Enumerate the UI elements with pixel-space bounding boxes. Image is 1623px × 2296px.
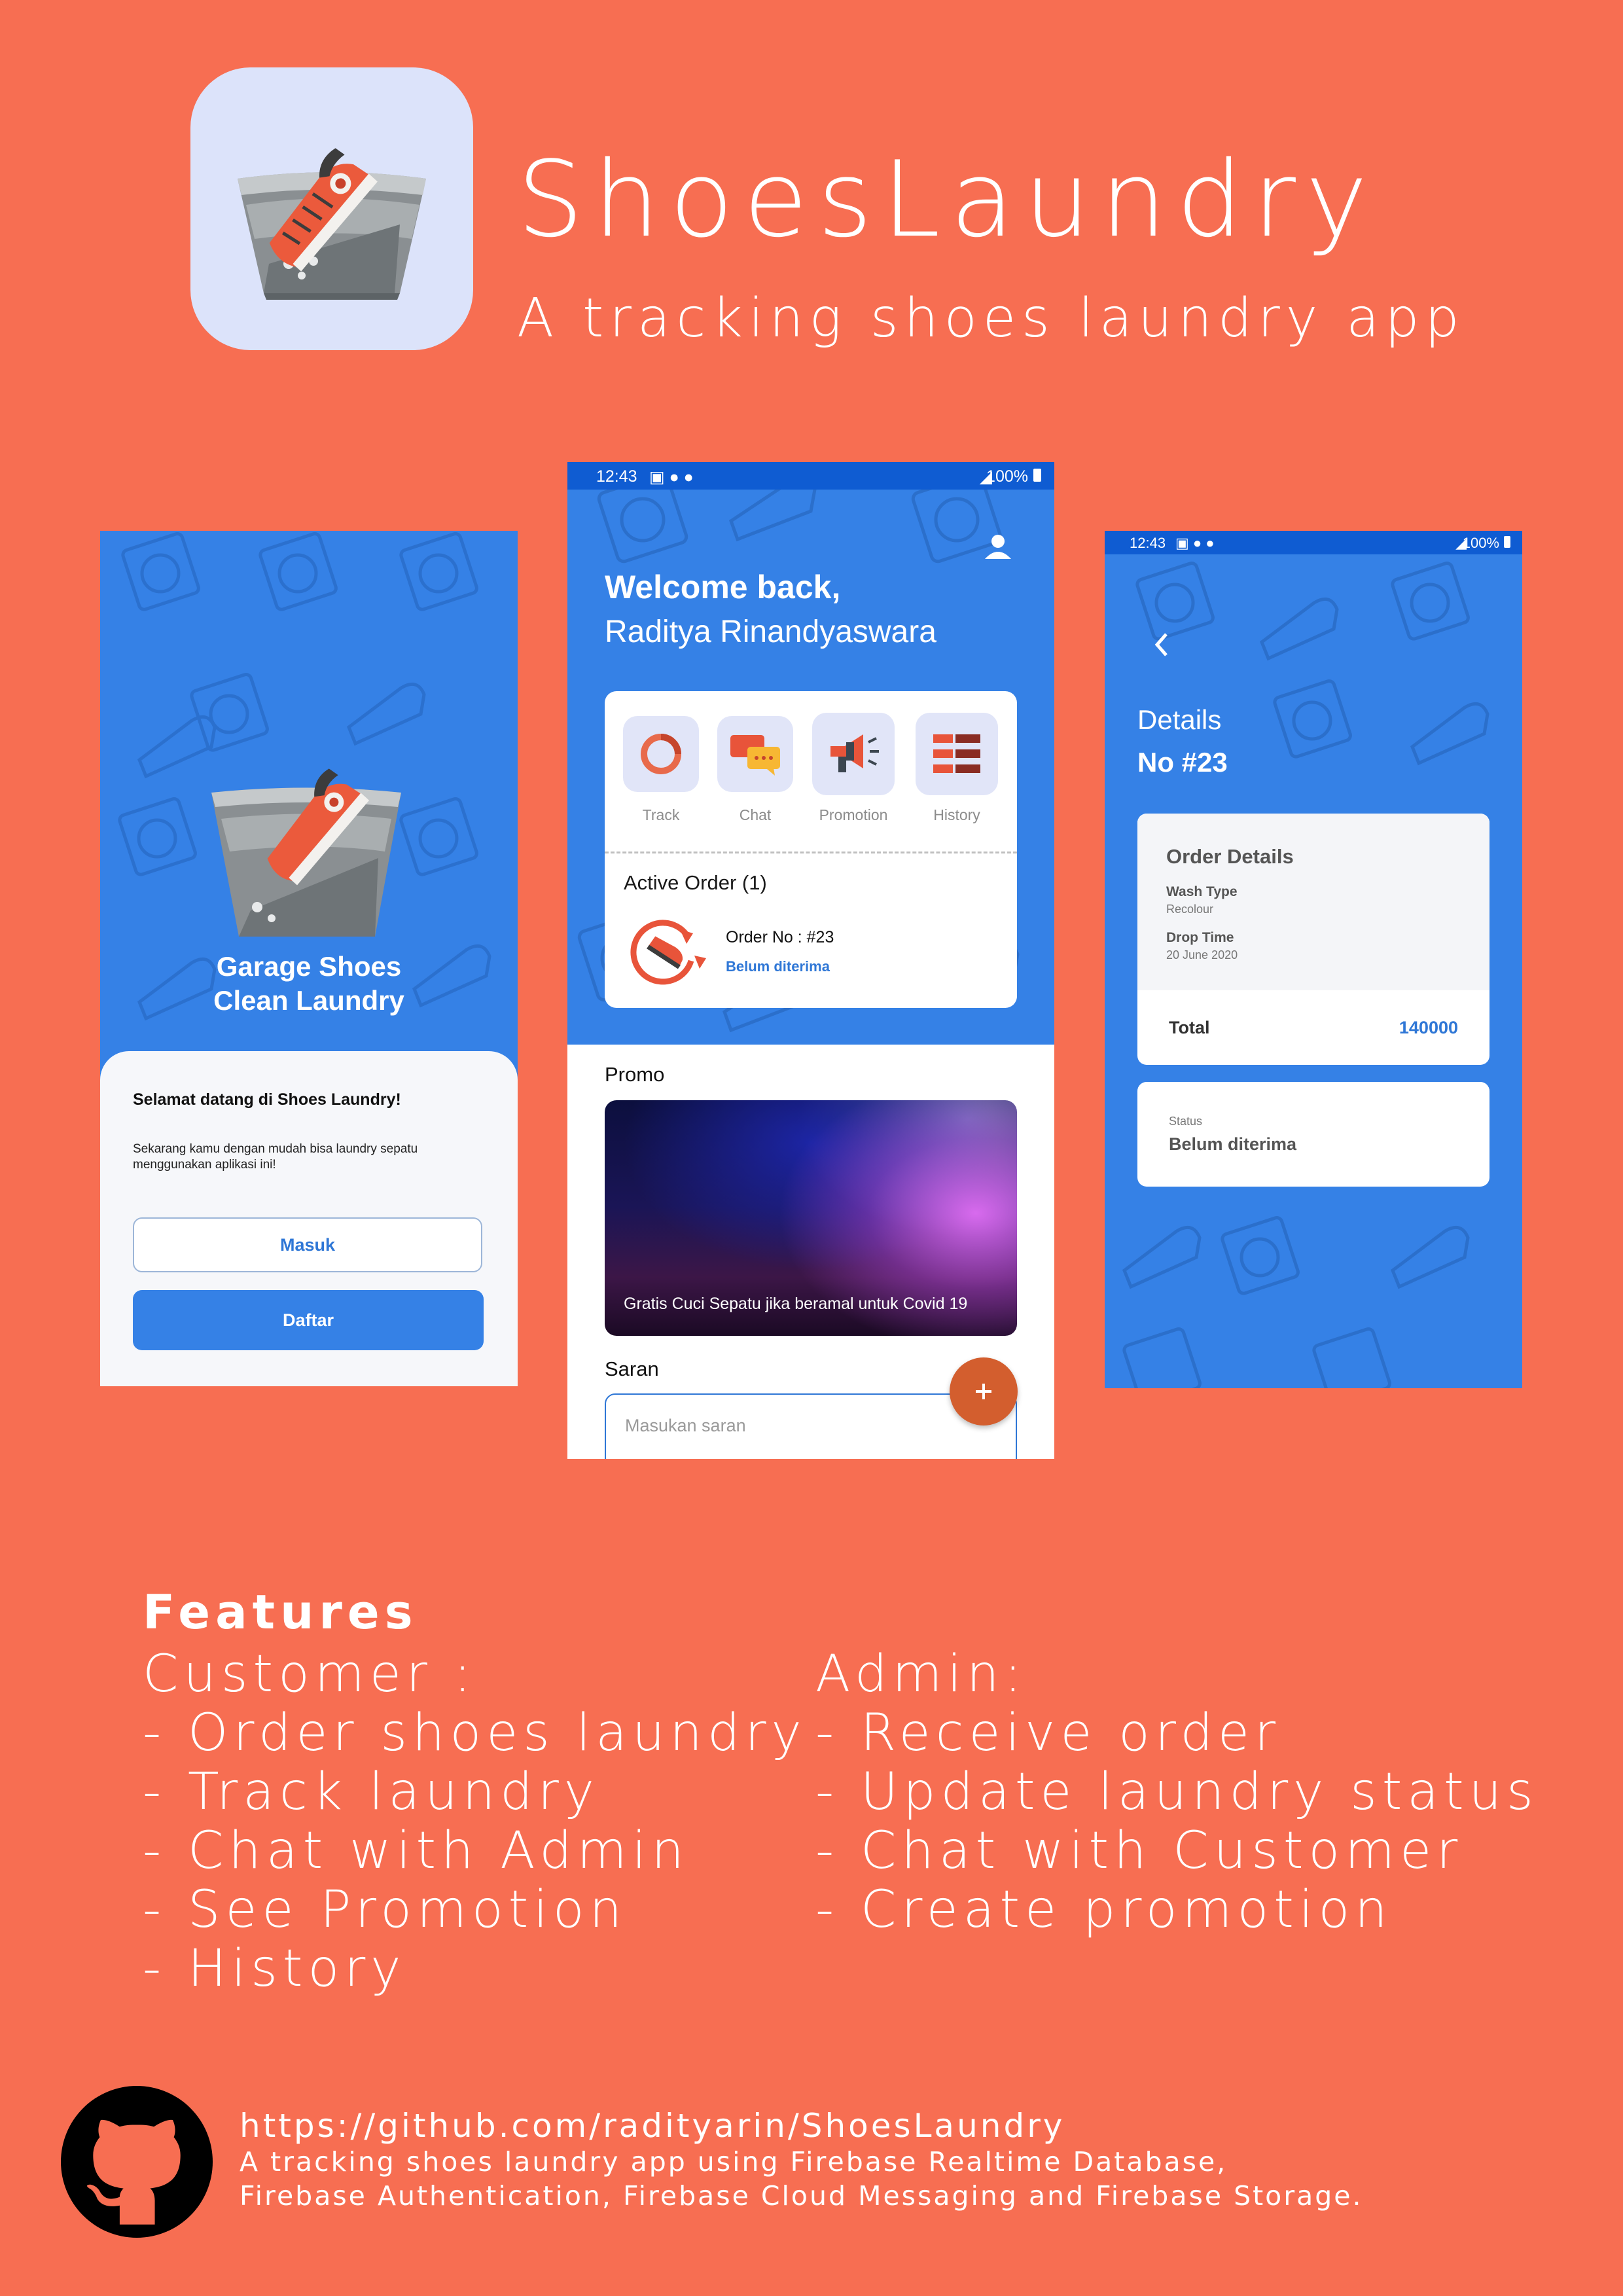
customer-feature-item: - History [143,1939,406,1998]
welcome-description: Sekarang kamu dengan mudah bisa laundry … [133,1142,418,1172]
repository-description-line-2: Firebase Authentication, Firebase Cloud … [240,2180,1363,2212]
status-label: Status [1169,1115,1203,1128]
app-title: ShoesLaundry [517,138,1378,260]
menu-chat[interactable]: Chat [709,716,801,824]
status-time: 12:43 [1130,535,1166,551]
back-arrow-icon[interactable] [1152,630,1171,659]
notification-icons: ▣ ● ● [1175,535,1215,551]
home-screen: 12:43 ▣ ● ● ◢ 100% Welcome back, Raditya… [567,462,1054,1459]
admin-features: Admin: - Receive order - Update laundry … [815,1645,1539,1939]
status-bar: 12:43 ▣ ● ● ◢ 100% [1105,531,1522,554]
battery-level: 100% [1462,535,1499,551]
app-tagline: A tracking shoes laundry app [517,287,1465,350]
admin-feature-item: - Create promotion [815,1880,1393,1939]
wash-type-label: Wash Type [1166,884,1238,899]
menu-history-tile[interactable] [916,713,998,795]
status-bar: 12:43 ▣ ● ● ◢ 100% [567,462,1054,490]
list-icon [933,734,980,773]
customer-feature-item: - Track laundry [143,1763,599,1821]
add-button[interactable] [950,1357,1018,1426]
welcome-title: Selamat datang di Shoes Laundry! [133,1090,401,1109]
brand-line-1: Garage Shoes [216,951,402,982]
menu-history[interactable]: History [911,713,1003,824]
track-ring-icon [641,734,681,774]
customer-feature-item: - See Promotion [143,1880,628,1939]
battery-icon [1504,536,1510,548]
admin-feature-item: - Update laundry status [815,1763,1539,1821]
status-time: 12:43 [596,467,637,486]
admin-feature-item: - Receive order [815,1704,1281,1763]
drop-time-label: Drop Time [1166,930,1234,945]
repository-link[interactable]: https://github.com/radityarin/ShoesLaund… [240,2109,1065,2142]
megaphone-icon [830,734,879,772]
menu-card: Track Chat Promotion History Active Orde… [605,691,1017,1008]
profile-icon[interactable] [984,533,1012,562]
promo-title: Promo [605,1063,665,1086]
app-logo [190,67,473,350]
menu-track-tile[interactable] [623,716,699,792]
promo-banner-text: Gratis Cuci Sepatu jika beramal untuk Co… [624,1295,968,1313]
customer-title: Customer : [143,1645,476,1704]
details-order-number: No #23 [1137,747,1228,778]
wash-type-value: Recolour [1166,903,1214,916]
menu-promotion[interactable]: Promotion [808,713,899,824]
order-details-card: Order Details Wash Type Recolour Drop Ti… [1137,814,1489,1065]
menu-promotion-tile[interactable] [812,713,895,795]
details-screen: 12:43 ▣ ● ● ◢ 100% Details No #23 Order … [1105,531,1522,1388]
notification-icons: ▣ ● ● [649,468,694,486]
order-details-section: Order Details Wash Type Recolour Drop Ti… [1137,814,1489,990]
promo-banner[interactable]: Gratis Cuci Sepatu jika beramal untuk Co… [605,1100,1017,1336]
admin-title: Admin: [815,1645,1027,1704]
github-icon[interactable] [61,2086,213,2238]
order-shoe-refresh-icon[interactable] [629,915,707,987]
features-title: Features [143,1585,418,1640]
login-button[interactable]: Masuk [133,1217,482,1272]
battery-icon [1033,469,1041,482]
customer-features: Customer : - Order shoes laundry - Track… [143,1645,807,1998]
customer-feature-item: - Order shoes laundry [143,1704,807,1763]
user-name: Raditya Rinandyaswara [605,615,936,649]
welcome-sheet: Selamat datang di Shoes Laundry! Sekaran… [100,1051,518,1386]
status-value: Belum diterima [1169,1134,1297,1154]
shoe-basin-logo-icon [238,148,426,300]
login-screen: Garage Shoes Clean Laundry Selamat datan… [100,531,518,1386]
total-label: Total [1169,1018,1210,1037]
chat-bubbles-icon [730,735,780,776]
menu-promotion-label: Promotion [819,806,888,823]
register-button[interactable]: Daftar [133,1290,484,1350]
menu-track[interactable]: Track [615,716,707,824]
repository-description-line-1: A tracking shoes laundry app using Fireb… [240,2146,1228,2178]
status-card: Status Belum diterima [1137,1082,1489,1187]
details-title: Details [1137,704,1222,735]
total-value: 140000 [1399,1018,1458,1037]
home-header: 12:43 ▣ ● ● ◢ 100% Welcome back, Raditya… [567,462,1054,1045]
greeting: Welcome back, [605,569,841,605]
menu-history-label: History [933,806,980,823]
menu-chat-tile[interactable] [717,716,793,792]
plus-icon [976,1384,991,1399]
repository-description: A tracking shoes laundry app using Fireb… [240,2145,1363,2213]
menu-chat-label: Chat [739,806,772,823]
brand-name: Garage Shoes Clean Laundry [100,950,518,1018]
order-number[interactable]: Order No : #23 [726,928,834,947]
brand-line-2: Clean Laundry [213,985,404,1016]
active-order-title: Active Order (1) [624,871,767,894]
drop-time-value: 20 June 2020 [1166,948,1238,961]
menu-track-label: Track [642,806,680,823]
order-status: Belum diterima [726,958,830,975]
suggestion-placeholder: Masukan saran [625,1416,746,1435]
suggestion-title: Saran [605,1357,659,1380]
admin-feature-item: - Chat with Customer [815,1821,1463,1880]
battery-level: 100% [986,467,1028,486]
shoe-basin-icon [211,768,401,937]
order-details-title: Order Details [1166,845,1294,868]
divider [605,852,1017,853]
customer-feature-item: - Chat with Admin [143,1821,689,1880]
